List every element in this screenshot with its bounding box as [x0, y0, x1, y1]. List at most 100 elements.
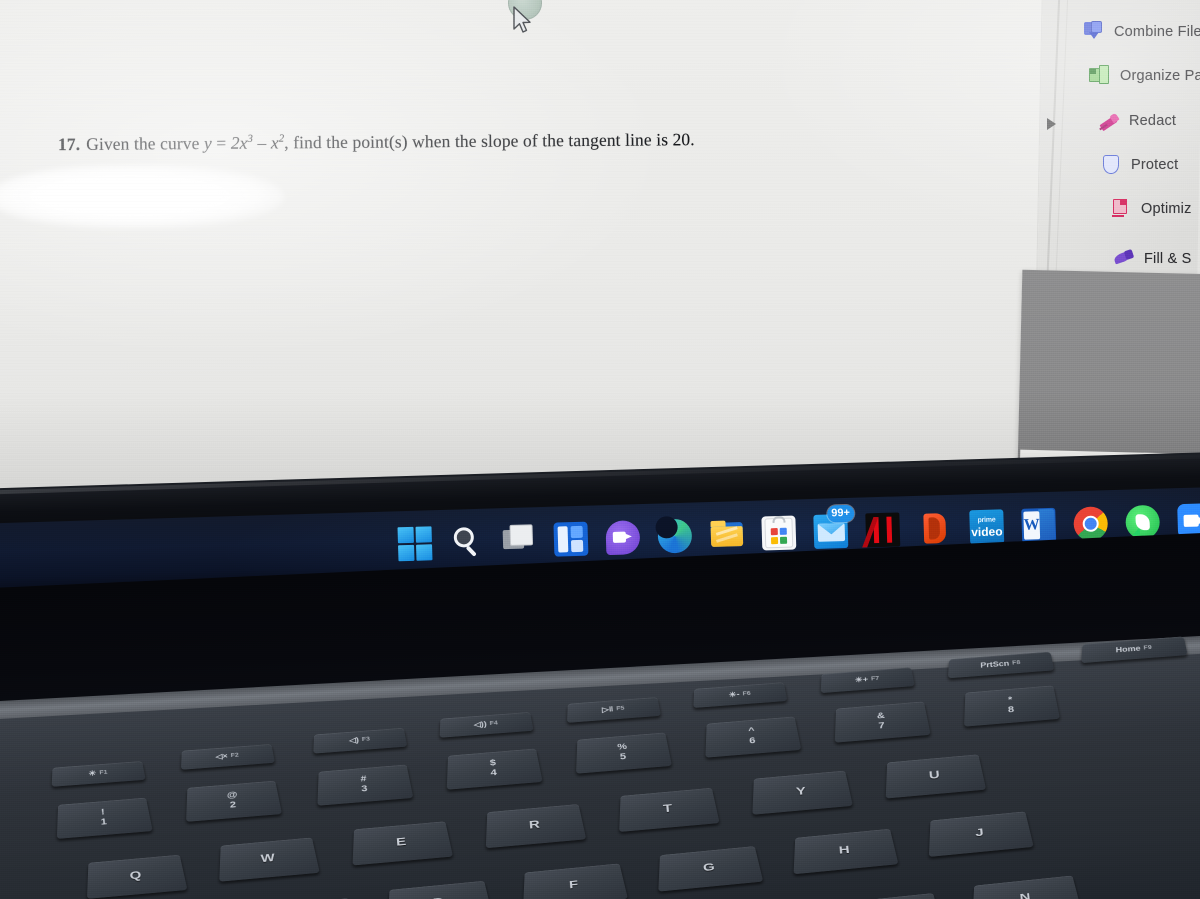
laptop-screen: 17. Given the curve y = 2x3 – x2, find th…: [0, 0, 1200, 500]
key-w[interactable]: W: [219, 838, 320, 882]
key-r[interactable]: R: [486, 804, 587, 848]
gray-overlay-panel: [1018, 270, 1200, 469]
key-f1[interactable]: ☀ F1: [52, 761, 146, 787]
key-g[interactable]: G: [658, 846, 763, 892]
key-h[interactable]: H: [794, 829, 899, 875]
microsoft-store-button[interactable]: [761, 515, 796, 550]
key-f4-label: ◁)): [474, 721, 487, 729]
tool-label-organize-pages: Organize Pa: [1120, 68, 1200, 84]
tool-item-optimize[interactable]: Optimiz: [1110, 198, 1192, 220]
key-f6-fn: F6: [742, 691, 751, 697]
tool-item-protect[interactable]: Protect: [1100, 154, 1178, 176]
office-button[interactable]: [917, 511, 952, 546]
key-f6[interactable]: ☀- F6: [693, 682, 787, 708]
key-f5-label: ▷‖: [602, 706, 614, 714]
key-8[interactable]: * 8: [964, 685, 1060, 726]
key-7-symbol: &: [877, 712, 886, 721]
key-d[interactable]: D: [388, 881, 493, 899]
key-7-digit: 7: [877, 721, 886, 731]
key-j[interactable]: J: [929, 811, 1034, 857]
chrome-button[interactable]: [1073, 506, 1108, 541]
tool-label-redact: Redact: [1129, 113, 1176, 129]
key-q-label: Q: [129, 869, 142, 882]
search-button[interactable]: [449, 525, 484, 560]
key-f6-label: ☀-: [728, 691, 739, 699]
tool-item-combine-files[interactable]: Combine Files: [1083, 21, 1200, 43]
key-f[interactable]: F: [523, 863, 628, 899]
tool-item-organize-pages[interactable]: Organize Pa: [1089, 65, 1200, 87]
mail-button[interactable]: 99+: [813, 514, 848, 549]
key-w-label: W: [260, 852, 275, 865]
combine-files-icon: [1083, 21, 1105, 43]
key-8-symbol: *: [1007, 696, 1014, 705]
equation-term1: 2x: [231, 133, 248, 153]
prime-video-label-top: prime: [969, 516, 1003, 524]
key-f2-label: ◁×: [215, 753, 228, 761]
tool-item-fill-and-sign[interactable]: Fill & S: [1113, 248, 1192, 270]
problem-text-before: Given the curve: [86, 133, 199, 154]
key-f4[interactable]: ◁)) F4: [440, 712, 534, 738]
key-4[interactable]: $4: [447, 749, 543, 790]
tool-label-fill-and-sign: Fill & S: [1144, 251, 1192, 267]
key-f2[interactable]: ◁× F2: [181, 744, 275, 770]
key-f-label: F: [569, 879, 579, 891]
file-explorer-button[interactable]: [709, 517, 744, 552]
key-2-digit: 2: [227, 800, 239, 810]
key-4-symbol: $: [490, 759, 497, 768]
fill-and-sign-icon: [1113, 248, 1135, 270]
prime-video-button[interactable]: prime video: [969, 509, 1004, 544]
key-g-label: G: [703, 862, 716, 874]
key-f3-label: ◁): [349, 737, 359, 745]
netflix-button[interactable]: [865, 512, 900, 547]
protect-shield-icon: [1100, 154, 1122, 176]
key-1[interactable]: ! 1: [57, 798, 153, 839]
key-u[interactable]: U: [886, 754, 987, 798]
key-n[interactable]: N: [972, 876, 1081, 899]
key-e-label: E: [396, 836, 407, 849]
key-f4-fn: F4: [489, 721, 498, 727]
edge-button[interactable]: [657, 519, 692, 554]
problem-number: 17.: [58, 134, 80, 154]
word-button[interactable]: W: [1021, 508, 1056, 543]
key-f3[interactable]: ◁) F3: [313, 728, 407, 754]
prime-video-label-bottom: video: [970, 524, 1004, 539]
word-glyph: W: [1023, 511, 1040, 539]
key-5[interactable]: % 5: [576, 733, 672, 774]
key-q[interactable]: Q: [87, 855, 188, 899]
key-prtscn-fn: F8: [1012, 660, 1021, 666]
tool-item-redact[interactable]: Redact: [1098, 110, 1176, 132]
start-button[interactable]: [398, 526, 433, 561]
key-home-label: Home: [1116, 645, 1141, 654]
key-3[interactable]: #3: [317, 765, 413, 806]
mail-unread-badge: 99+: [827, 505, 854, 523]
key-f3-fn: F3: [362, 737, 371, 743]
key-6[interactable]: ^ 6: [705, 717, 801, 758]
key-b[interactable]: B: [833, 893, 942, 899]
pdf-document-page: [0, 0, 1072, 493]
task-view-button[interactable]: [501, 523, 536, 558]
key-7[interactable]: & 7: [835, 701, 931, 742]
key-y[interactable]: Y: [752, 771, 853, 815]
key-6-digit: 6: [749, 736, 756, 746]
key-2[interactable]: @2: [186, 781, 282, 822]
equation-term1-exponent: 3: [247, 133, 253, 145]
chat-button[interactable]: [605, 520, 640, 555]
key-f5[interactable]: ▷‖ F5: [567, 697, 661, 723]
key-3-digit: 3: [361, 784, 368, 794]
equation-y: y: [204, 133, 212, 153]
key-e[interactable]: E: [353, 821, 454, 865]
key-5-symbol: %: [617, 743, 627, 752]
equation-minus: –: [257, 133, 266, 153]
equation-term2: x: [271, 132, 279, 152]
key-t[interactable]: T: [619, 788, 720, 832]
key-n-label: N: [1019, 892, 1031, 899]
tool-label-combine-files: Combine Files: [1114, 24, 1200, 40]
equation-equals: =: [216, 133, 226, 153]
widgets-button[interactable]: [553, 522, 588, 557]
key-3-symbol: #: [360, 775, 367, 784]
key-1-symbol: !: [100, 808, 107, 817]
panel-collapse-arrow-icon[interactable]: [1047, 118, 1056, 130]
key-f7-fn: F7: [871, 676, 880, 682]
key-r-label: R: [529, 819, 541, 832]
tool-label-optimize: Optimiz: [1141, 201, 1192, 217]
